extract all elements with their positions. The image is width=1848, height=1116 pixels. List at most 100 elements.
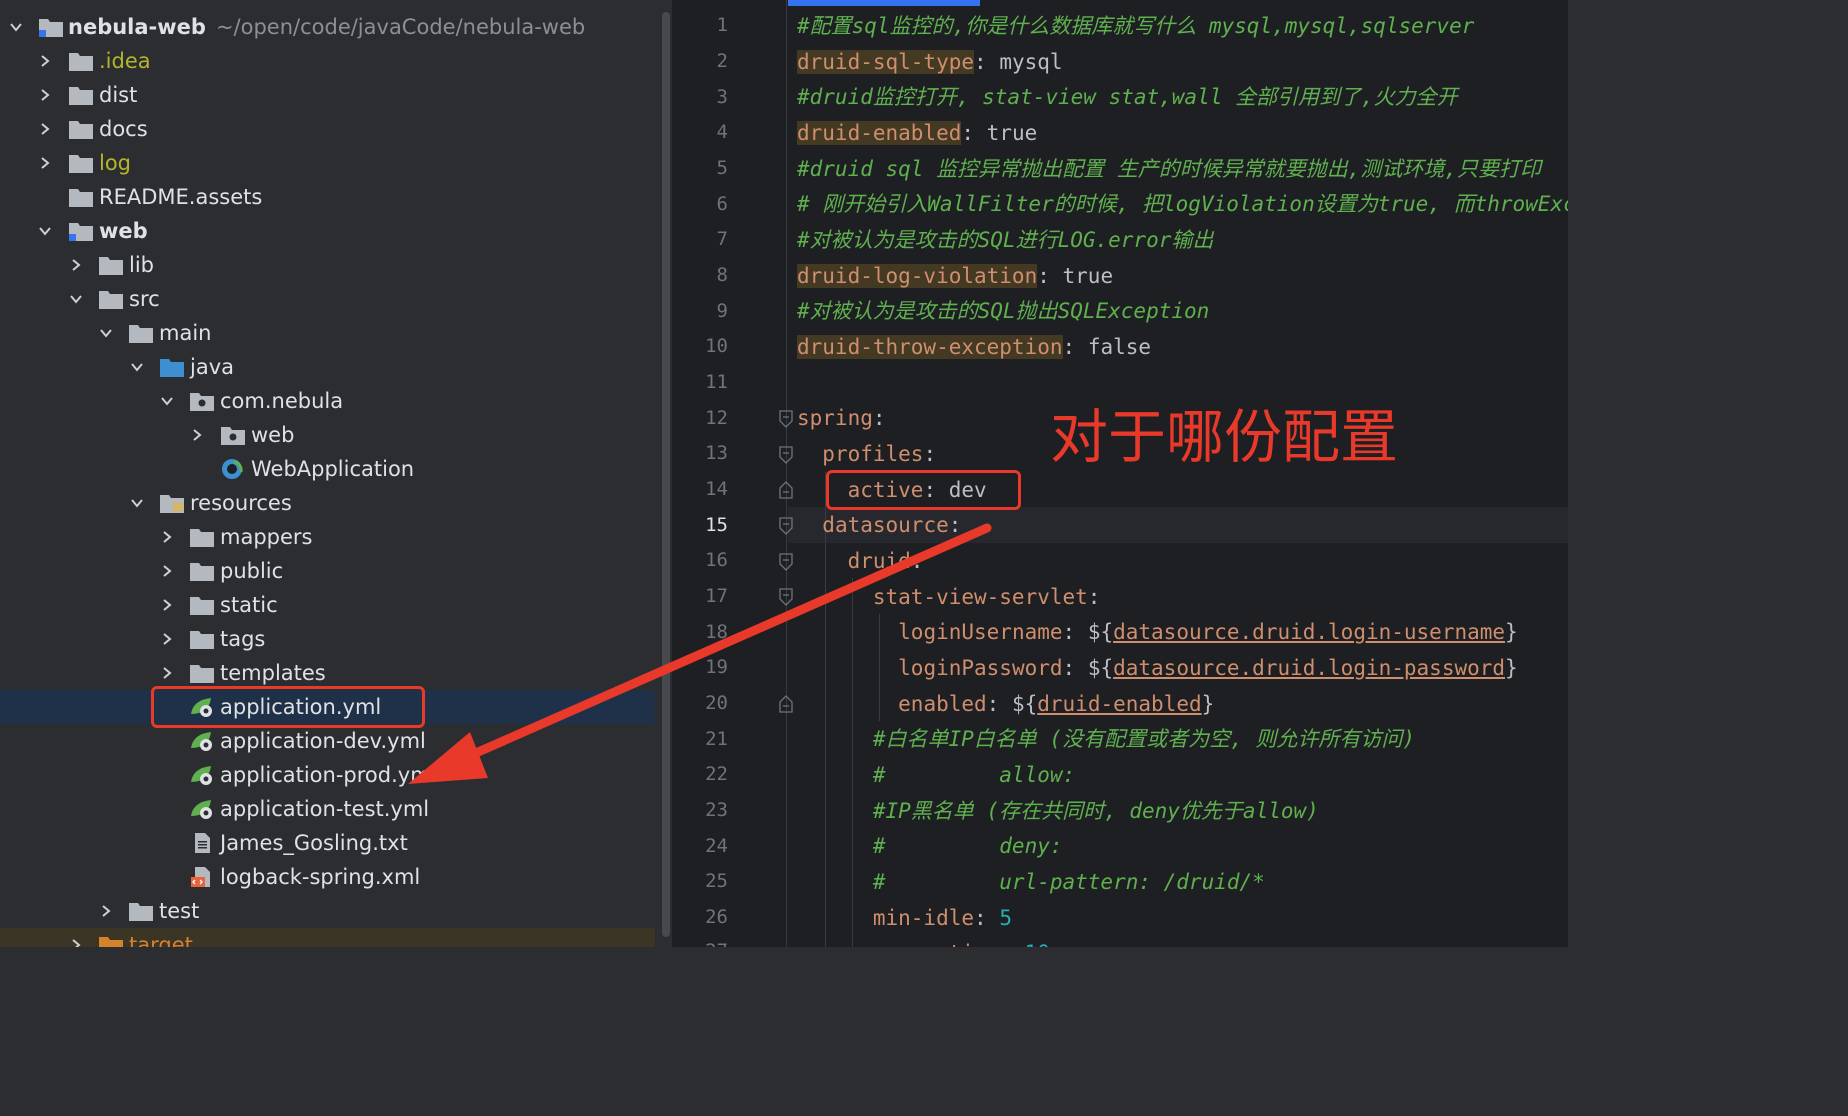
- tree-item-target[interactable]: target: [0, 928, 655, 947]
- chevron-right-icon[interactable]: [38, 156, 52, 170]
- tree-item-application-prod-yml[interactable]: application-prod.yml: [0, 758, 655, 792]
- code-line-7[interactable]: #对被认为是攻击的SQL进行LOG.error输出: [797, 222, 1213, 258]
- chevron-right-icon[interactable]: [69, 938, 83, 947]
- tree-item-readme-assets[interactable]: README.assets: [0, 180, 655, 214]
- chevron-right-icon[interactable]: [69, 258, 83, 272]
- property-reference[interactable]: datasource.druid.login-password: [1113, 656, 1505, 680]
- tree-item-com-nebula[interactable]: com.nebula: [0, 384, 655, 418]
- tree-item-tags[interactable]: tags: [0, 622, 655, 656]
- tree-item-templates[interactable]: templates: [0, 656, 655, 690]
- tree-item-web-module[interactable]: web: [0, 214, 655, 248]
- tree-item-resources[interactable]: resources: [0, 486, 655, 520]
- code-line-3[interactable]: #druid监控打开, stat-view stat,wall 全部引用到了,火…: [797, 79, 1458, 115]
- line-number: 23: [705, 799, 728, 821]
- tree-item-label: application-dev.yml: [220, 729, 426, 753]
- comment: #druid监控打开, stat-view stat,wall 全部引用到了,火…: [797, 85, 1458, 109]
- chevron-right-icon[interactable]: [38, 54, 52, 68]
- gutter-divider: [786, 0, 787, 947]
- chevron-right-icon[interactable]: [160, 632, 174, 646]
- chevron-right-icon[interactable]: [160, 530, 174, 544]
- chevron-down-icon[interactable]: [130, 360, 144, 374]
- comment: #druid sql 监控异常抛出配置 生产的时候异常就要抛出,测试环境,只要打…: [797, 157, 1542, 181]
- project-path: ~/open/code/javaCode/nebula-web: [215, 15, 586, 39]
- tree-item-label: dist: [99, 83, 138, 107]
- chevron-right-icon[interactable]: [160, 564, 174, 578]
- tree-item-src[interactable]: src: [0, 282, 655, 316]
- source-folder-icon: [159, 356, 185, 378]
- chevron-down-icon[interactable]: [9, 20, 23, 34]
- tree-item-public[interactable]: public: [0, 554, 655, 588]
- code-line-26[interactable]: min-idle: 5: [797, 900, 1012, 936]
- code-line-6[interactable]: # 刚开始引入WallFilter的时候, 把logViolation设置为tr…: [797, 186, 1568, 222]
- tree-item-webapplication[interactable]: WebApplication: [0, 452, 655, 486]
- fold-icon[interactable]: [778, 553, 794, 571]
- code-line-12[interactable]: spring:: [797, 400, 886, 436]
- code-line-17[interactable]: stat-view-servlet:: [797, 579, 1101, 615]
- code-line-24[interactable]: # deny:: [797, 828, 1063, 864]
- chevron-right-icon[interactable]: [190, 428, 204, 442]
- property-reference[interactable]: datasource.druid.login-username: [1113, 620, 1505, 644]
- tree-item-docs[interactable]: docs: [0, 112, 655, 146]
- tree-item-logback-spring-xml[interactable]: logback-spring.xml: [0, 860, 655, 894]
- code-line-13[interactable]: profiles:: [797, 436, 936, 472]
- code-line-21[interactable]: #白名单IP白名单 (没有配置或者为空, 则允许所有访问): [797, 721, 1415, 757]
- chevron-down-icon[interactable]: [130, 496, 144, 510]
- tree-item-root[interactable]: nebula-web ~/open/code/javaCode/nebula-we…: [0, 10, 655, 44]
- tree-item-james-gosling-txt[interactable]: James_Gosling.txt: [0, 826, 655, 860]
- tree-item-label: WebApplication: [251, 457, 415, 481]
- code-line-4[interactable]: druid-enabled: true: [797, 115, 1037, 151]
- line-number: 21: [705, 728, 728, 750]
- code-line-19[interactable]: loginPassword: ${datasource.druid.login-…: [797, 650, 1518, 686]
- tree-item-idea[interactable]: .idea: [0, 44, 655, 78]
- fold-end-icon[interactable]: [778, 481, 794, 499]
- tree-item-main[interactable]: main: [0, 316, 655, 350]
- line-number: 3: [716, 86, 728, 108]
- chevron-right-icon[interactable]: [99, 904, 113, 918]
- fold-icon[interactable]: [778, 446, 794, 464]
- tree-item-lib[interactable]: lib: [0, 248, 655, 282]
- code-line-20[interactable]: enabled: ${druid-enabled}: [797, 686, 1214, 722]
- tree-item-java[interactable]: java: [0, 350, 655, 384]
- property-reference[interactable]: druid-enabled: [1037, 692, 1201, 716]
- chevron-right-icon[interactable]: [38, 88, 52, 102]
- tree-scrollbar[interactable]: [660, 0, 672, 947]
- line-number: 12: [705, 407, 728, 429]
- code-line-2[interactable]: druid-sql-type: mysql: [797, 44, 1063, 80]
- tree-item-application-dev-yml[interactable]: application-dev.yml: [0, 724, 655, 758]
- code-line-10[interactable]: druid-throw-exception: false: [797, 329, 1151, 365]
- chevron-right-icon[interactable]: [160, 598, 174, 612]
- code-line-23[interactable]: #IP黑名单 (存在共同时, deny优先于allow): [797, 793, 1319, 829]
- chevron-right-icon[interactable]: [160, 666, 174, 680]
- code-line-15[interactable]: datasource:: [797, 507, 961, 543]
- chevron-right-icon[interactable]: [38, 122, 52, 136]
- tree-item-static[interactable]: static: [0, 588, 655, 622]
- fold-end-icon[interactable]: [778, 695, 794, 713]
- tree-item-log[interactable]: log: [0, 146, 655, 180]
- chevron-down-icon[interactable]: [69, 292, 83, 306]
- code-line-22[interactable]: # allow:: [797, 757, 1075, 793]
- chevron-down-icon[interactable]: [160, 394, 174, 408]
- tree-item-web-package[interactable]: web: [0, 418, 655, 452]
- tree-item-application-test-yml[interactable]: application-test.yml: [0, 792, 655, 826]
- code-line-8[interactable]: druid-log-violation: true: [797, 258, 1113, 294]
- tree-item-mappers[interactable]: mappers: [0, 520, 655, 554]
- tree-scrollbar-thumb[interactable]: [662, 12, 670, 937]
- line-number-current: 15: [705, 514, 728, 536]
- code-line-1[interactable]: #配置sql监控的,你是什么数据库就写什么 mysql,mysql,sqlser…: [797, 8, 1474, 44]
- code-line-9[interactable]: #对被认为是攻击的SQL抛出SQLException: [797, 293, 1209, 329]
- code-line-5[interactable]: #druid sql 监控异常抛出配置 生产的时候异常就要抛出,测试环境,只要打…: [797, 151, 1541, 187]
- code-line-25[interactable]: # url-pattern: /druid/*: [797, 864, 1265, 900]
- chevron-down-icon[interactable]: [99, 326, 113, 340]
- tree-item-label: docs: [99, 117, 148, 141]
- fold-icon[interactable]: [778, 517, 794, 535]
- tree-item-test[interactable]: test: [0, 894, 655, 928]
- chevron-down-icon[interactable]: [38, 224, 52, 238]
- fold-icon[interactable]: [778, 588, 794, 606]
- tree-item-dist[interactable]: dist: [0, 78, 655, 112]
- code-line-18[interactable]: loginUsername: ${datasource.druid.login-…: [797, 614, 1518, 650]
- tree-item-label: mappers: [220, 525, 313, 549]
- code-line-16[interactable]: druid:: [797, 543, 924, 579]
- fold-icon[interactable]: [778, 410, 794, 428]
- spring-yaml-icon: [189, 764, 215, 786]
- code-line-27[interactable]: max-active: 10: [797, 935, 1050, 947]
